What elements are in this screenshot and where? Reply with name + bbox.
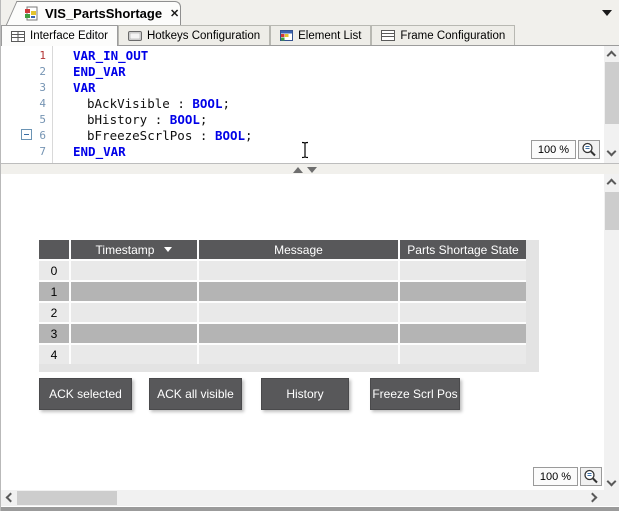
editor-vertical-scrollbar[interactable]	[604, 46, 619, 163]
line-number-gutter: 1 2 3 4 5 6 7	[1, 48, 48, 160]
scroll-up-icon[interactable]	[606, 178, 617, 189]
document-tab[interactable]: VIS_PartsShortage ✕	[19, 1, 181, 25]
row-index[interactable]: 3	[39, 324, 69, 343]
header-cell-timestamp[interactable]: Timestamp	[71, 240, 197, 259]
code-lines: VAR_IN_OUT END_VAR VAR bAckVisible : BOO…	[73, 48, 253, 160]
text-cursor	[301, 141, 309, 159]
row-index[interactable]: 1	[39, 282, 69, 301]
alarm-cell[interactable]	[400, 345, 526, 364]
line-number: 6	[39, 129, 46, 142]
scroll-down-icon[interactable]	[606, 476, 617, 487]
tab-list-dropdown-icon[interactable]	[602, 10, 612, 16]
close-icon[interactable]: ✕	[168, 7, 181, 20]
code-line: bAckVisible : BOOL;	[87, 96, 231, 111]
alarm-table-element: Timestamp Message Parts Shortage State 0…	[39, 240, 539, 372]
element-list-icon	[280, 30, 294, 41]
keyboard-icon	[127, 30, 142, 41]
code-line: END_VAR	[73, 144, 126, 159]
history-button[interactable]: History	[261, 378, 349, 410]
alarm-cell[interactable]	[400, 282, 526, 301]
viz-zoom-level[interactable]: 100 %	[533, 467, 578, 486]
viz-zoom-button[interactable]	[580, 467, 602, 486]
editor-zoom-button[interactable]	[578, 140, 600, 159]
line-number: 7	[39, 145, 46, 158]
splitter-collapse-down-icon[interactable]	[307, 167, 317, 173]
alarm-cell[interactable]	[199, 303, 398, 322]
scrollbar-corner	[604, 490, 619, 506]
line-number: 3	[39, 81, 46, 94]
tab-label: Interface Editor	[30, 30, 108, 42]
code-line: VAR_IN_OUT	[73, 48, 149, 63]
declaration-editor[interactable]: 1 2 3 4 5 6 7 VAR_IN_OUT END_VAR VAR bAc…	[1, 46, 604, 163]
line-number: 4	[39, 97, 46, 110]
form-icon	[381, 30, 396, 41]
subtab-bar: Interface Editor Hotkeys Configuration E…	[1, 25, 619, 46]
freeze-scrl-pos-button[interactable]: Freeze Scrl Pos	[370, 378, 460, 410]
scrollbar-thumb[interactable]	[605, 62, 619, 124]
alarm-cell[interactable]	[71, 303, 197, 322]
tab-label: Frame Configuration	[400, 29, 506, 42]
scroll-left-icon[interactable]	[5, 492, 16, 503]
editor-zoom-level[interactable]: 100 %	[531, 140, 576, 159]
header-cell-message[interactable]: Message	[199, 240, 398, 259]
row-index[interactable]: 2	[39, 303, 69, 322]
magnifier-icon	[584, 469, 598, 484]
code-line: VAR	[73, 80, 96, 95]
visualization-canvas[interactable]: Timestamp Message Parts Shortage State 0…	[1, 174, 604, 490]
editor-window: VIS_PartsShortage ✕ Interface Editor Hot…	[0, 0, 619, 511]
alarm-cell[interactable]	[71, 261, 197, 280]
line-number: 1	[39, 49, 46, 62]
alarm-cell[interactable]	[199, 345, 398, 364]
alarm-cell[interactable]	[71, 282, 197, 301]
alarm-cell[interactable]	[400, 261, 526, 280]
tab-hotkeys-configuration[interactable]: Hotkeys Configuration	[117, 25, 271, 45]
scroll-right-icon[interactable]	[587, 492, 598, 503]
scroll-down-icon[interactable]	[606, 146, 617, 157]
tab-frame-configuration[interactable]: Frame Configuration	[371, 25, 516, 45]
tab-label: Hotkeys Configuration	[146, 29, 261, 42]
document-tab-bar: VIS_PartsShortage ✕	[1, 0, 619, 25]
alarm-cell[interactable]	[199, 261, 398, 280]
form-icon	[11, 30, 25, 42]
viz-vertical-scrollbar[interactable]	[604, 174, 619, 506]
tab-element-list[interactable]: Element List	[270, 25, 372, 45]
ack-all-visible-button[interactable]: ACK all visible	[149, 378, 242, 410]
gutter-separator	[52, 46, 53, 163]
tab-label: Element List	[298, 29, 362, 42]
alarm-cell[interactable]	[400, 303, 526, 322]
scroll-up-icon[interactable]	[606, 50, 617, 61]
pane-splitter[interactable]	[1, 163, 619, 174]
alarm-table-grid: Timestamp Message Parts Shortage State 0…	[39, 240, 526, 364]
header-cell-index[interactable]	[39, 240, 69, 259]
sort-desc-icon	[164, 247, 173, 252]
line-number: 2	[39, 65, 46, 78]
alarm-cell[interactable]	[199, 324, 398, 343]
viz-horizontal-scrollbar[interactable]	[1, 490, 604, 506]
row-index[interactable]: 4	[39, 345, 69, 364]
alarm-cell[interactable]	[199, 282, 398, 301]
visualization-file-icon	[24, 6, 39, 21]
alarm-cell[interactable]	[71, 324, 197, 343]
scrollbar-thumb[interactable]	[605, 192, 619, 230]
document-tab-title: VIS_PartsShortage	[45, 6, 163, 21]
alarm-cell[interactable]	[71, 345, 197, 364]
magnifier-icon	[582, 142, 596, 157]
line-number: 5	[39, 113, 46, 126]
code-line: bHistory : BOOL;	[87, 112, 208, 127]
ack-selected-button[interactable]: ACK selected	[39, 378, 132, 410]
splitter-collapse-up-icon[interactable]	[293, 167, 303, 173]
row-index[interactable]: 0	[39, 261, 69, 280]
scrollbar-thumb[interactable]	[17, 491, 117, 505]
tab-interface-editor[interactable]: Interface Editor	[1, 25, 118, 46]
code-line: END_VAR	[73, 64, 126, 79]
alarm-cell[interactable]	[400, 324, 526, 343]
window-bottom-border	[1, 507, 619, 511]
code-line: bFreezeScrlPos : BOOL;	[87, 128, 253, 143]
header-cell-state[interactable]: Parts Shortage State	[400, 240, 526, 259]
